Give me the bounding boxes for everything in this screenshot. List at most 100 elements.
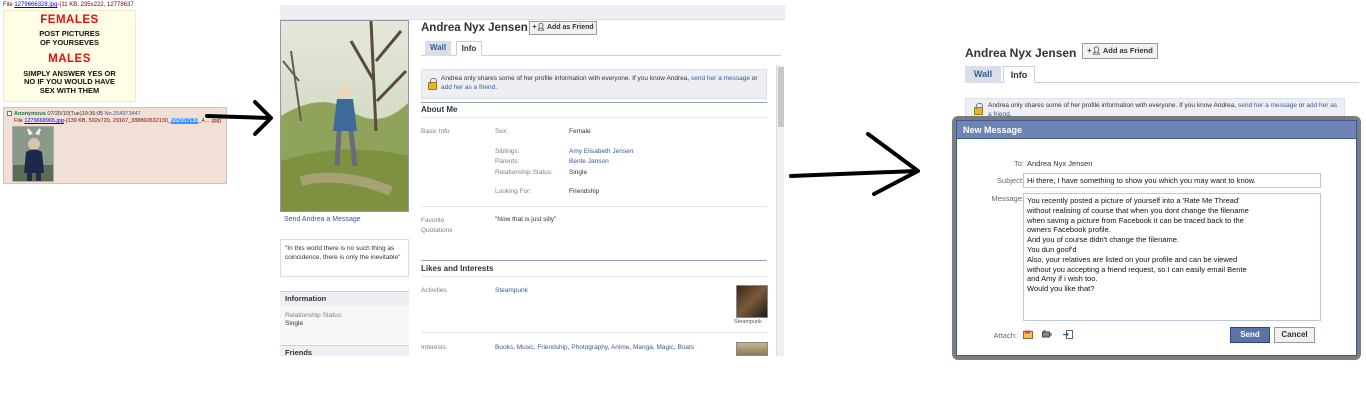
reply-checkbox[interactable]: [7, 111, 12, 117]
privacy-notice: Andrea only shares some of her profile i…: [421, 69, 767, 99]
quotes-rule: [421, 206, 767, 207]
parents-link[interactable]: Bente Janson: [569, 158, 609, 165]
information-box: Information Relationship Status: Single: [280, 291, 409, 344]
interests-thumbnail[interactable]: [736, 342, 768, 356]
send-her-message-link[interactable]: send her a message: [1238, 102, 1297, 109]
tab-wall[interactable]: Wall: [965, 66, 1001, 83]
interest-link[interactable]: Anime: [611, 344, 629, 351]
add-friend-button[interactable]: +👤︎ Add as Friend: [529, 21, 597, 35]
to-recipient[interactable]: Andrea Nyx Jensen: [1027, 159, 1092, 168]
photo-attach-icon[interactable]: [1023, 330, 1033, 339]
message-textarea[interactable]: You recently posted a picture of yoursel…: [1023, 193, 1321, 321]
likes-title: Likes and Interests: [421, 264, 494, 273]
message-line: and Amy if i wish too.: [1027, 274, 1098, 284]
message-line: without realising of course that when yo…: [1027, 205, 1249, 215]
steampunk-caption: Steampunk: [734, 319, 762, 325]
lock-icon: [974, 103, 983, 115]
imageboard-screenshot: File 1279666328.jpg-(11 KB, 235x222, 127…: [0, 0, 230, 185]
add-her-friend-link[interactable]: add her as a friend: [441, 84, 495, 91]
profile-name: Andrea Nyx Jensen: [421, 22, 528, 34]
op-file-link[interactable]: 1279666328.jpg: [14, 2, 57, 8]
send-message-link[interactable]: Send Andrea a Message: [284, 216, 361, 223]
add-friend-icon: +👤︎: [1087, 46, 1102, 55]
females-line-2: OF YOURSEVES: [39, 37, 100, 47]
about-divider: [421, 102, 767, 103]
relationship-label: Relationship Status:: [495, 169, 553, 176]
message-line: And you of course didn't change the file…: [1027, 235, 1179, 245]
facebook-message-screenshot: Andrea Nyx Jensen +👤︎ Add as Friend Wall…: [948, 28, 1366, 362]
send-her-message-link[interactable]: send her a message: [691, 75, 750, 82]
poster-name: Anonymous: [14, 111, 46, 117]
reply-post: Anonymous 07/20/10(Tue)19:36:05 No.25497…: [3, 107, 227, 184]
interest-link[interactable]: Photography: [571, 344, 607, 351]
left-relationship-label: Relationship Status:: [285, 312, 343, 319]
profile-name: Andrea Nyx Jensen: [965, 46, 1077, 60]
arrow-right-icon: [789, 132, 920, 196]
females-heading: FEMALES: [40, 14, 99, 26]
interests-label: Interests: [421, 344, 446, 351]
steampunk-thumbnail[interactable]: [736, 285, 768, 318]
interest-link[interactable]: Music: [517, 344, 534, 351]
friends-title: Friends: [280, 345, 409, 356]
activities-label: Activities: [421, 287, 447, 294]
message-line: Would you like that?: [1027, 284, 1095, 294]
link-attach-icon[interactable]: [1063, 330, 1073, 339]
message-line: without you accepting a friend request, …: [1027, 264, 1247, 274]
sex-label: Sex:: [495, 128, 509, 135]
interest-link[interactable]: Books: [495, 344, 513, 351]
reply-file-info: File 1279668965.jpg-(139 KB, 502x720, 29…: [14, 118, 222, 124]
left-relationship-value: Single: [285, 320, 304, 327]
subject-input[interactable]: Hi there, I have something to show you w…: [1023, 173, 1321, 188]
profile-tabs: Wall Info: [965, 66, 1359, 83]
subject-label: Subject:: [996, 176, 1024, 185]
message-line: owners Facebook profile.: [1027, 225, 1111, 235]
siblings-link[interactable]: Amy Elisabeth Jensen: [569, 148, 633, 155]
message-line: when saving a picture from Facebook it c…: [1027, 215, 1244, 225]
activities-link[interactable]: Steampunk: [495, 287, 528, 294]
reply-file-link[interactable]: 1279668965.jpg: [24, 118, 63, 124]
post-number[interactable]: No.254973447: [105, 111, 141, 117]
tab-wall[interactable]: Wall: [425, 41, 451, 56]
selected-filename-text: 582957130: [170, 118, 199, 124]
favorite-quotations-label: Favorite Quotations: [421, 217, 453, 234]
relationship-value: Single: [569, 169, 588, 176]
add-friend-button[interactable]: +👤︎ Add as Friend: [1082, 43, 1158, 59]
scrollbar-thumb[interactable]: [778, 67, 784, 127]
op-image[interactable]: FEMALES POST PICTURES OF YOURSEVES MALES…: [3, 10, 136, 102]
reply-image-thumbnail[interactable]: [12, 126, 54, 182]
interest-link[interactable]: Boats: [677, 344, 694, 351]
basic-info-label: Basic Info: [421, 128, 450, 135]
looking-for-value: Friendship: [569, 188, 600, 195]
message-line: Also, your relatives are listed on your …: [1027, 254, 1238, 264]
top-bar: [280, 5, 785, 20]
profile-photo[interactable]: [280, 20, 409, 212]
profile-tabs: Wall Info: [421, 41, 781, 56]
scrollbar[interactable]: [776, 65, 784, 356]
sex-value: Female: [569, 128, 591, 135]
person-photo: [13, 127, 53, 181]
looking-for-label: Looking For:: [495, 188, 532, 195]
siblings-label: Siblings:: [495, 148, 520, 155]
parents-label: Parents:: [495, 158, 520, 165]
interest-link[interactable]: Friendship: [537, 344, 567, 351]
cancel-button[interactable]: Cancel: [1274, 327, 1315, 343]
tab-info[interactable]: Info: [1003, 66, 1035, 83]
quote-box: "In this world there is no such thing as…: [280, 239, 409, 277]
tab-info[interactable]: Info: [456, 41, 482, 56]
males-heading: MALES: [48, 53, 91, 66]
video-attach-icon[interactable]: [1042, 330, 1052, 339]
interest-link[interactable]: Magic: [657, 344, 674, 351]
new-message-dialog: New Message To: Andrea Nyx Jensen Subjec…: [956, 120, 1357, 356]
post-datetime: 07/20/10(Tue)19:36:05: [47, 111, 104, 117]
profile-left-column: Send Andrea a Message "In this world the…: [280, 212, 410, 356]
interest-link[interactable]: Manga: [633, 344, 653, 351]
arrow-right-icon: [205, 100, 273, 136]
send-button[interactable]: Send: [1230, 327, 1270, 343]
message-line: You dun goof'd: [1027, 244, 1077, 254]
message-line: You recently posted a picture of yoursel…: [1027, 196, 1240, 205]
favorite-quotations-value: "Now that is just silly": [495, 216, 557, 223]
about-rule: [421, 117, 767, 118]
males-line-3: SEX WITH THEM: [39, 85, 100, 95]
interests-rule: [421, 332, 767, 333]
about-me-title: About Me: [421, 105, 458, 114]
